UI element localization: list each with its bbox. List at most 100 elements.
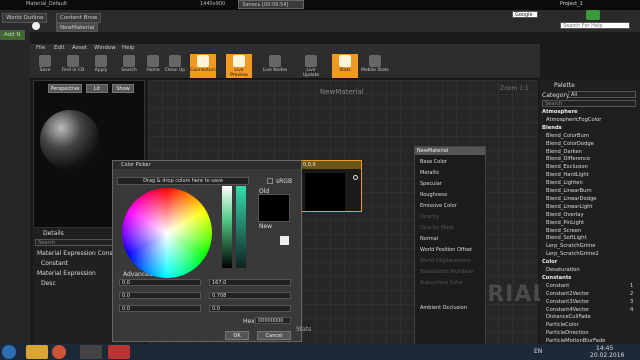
taskbar-chrome[interactable] [52, 345, 66, 359]
menu-help[interactable]: Help [122, 45, 135, 51]
pin-base-color[interactable]: Base Color [420, 159, 447, 165]
palette-item[interactable]: Blend_Darken [546, 149, 582, 155]
live-update-button[interactable]: Live Update [298, 54, 324, 78]
section-expression[interactable]: Material Expression [37, 270, 96, 277]
palette-item[interactable]: Lerp_ScratchGrime2 [546, 251, 599, 257]
palette-item[interactable]: Blend_Lighten [546, 180, 583, 186]
palette-item[interactable]: Blend_HardLight [546, 172, 589, 178]
level-editor-sidebar: Add N [0, 30, 30, 344]
color-wheel[interactable] [122, 188, 212, 278]
preview-sphere [40, 110, 100, 170]
menu-file[interactable]: File [36, 45, 45, 51]
palette-item[interactable]: Blend_PinLight [546, 220, 584, 226]
tab-world-outliner[interactable]: World Outline [2, 13, 48, 23]
palette-category[interactable]: Constants [542, 275, 571, 281]
lit-button[interactable]: Lit [86, 84, 108, 93]
pin-emissive[interactable]: Emissive Color [420, 203, 457, 209]
find-in-cb-button[interactable]: Find in CB [60, 54, 86, 78]
pin-wpo[interactable]: World Position Offset [420, 247, 472, 253]
palette-category[interactable]: Color [542, 259, 557, 265]
connectors-icon [197, 55, 209, 67]
language-indicator[interactable]: EN [534, 348, 542, 355]
home-icon [147, 55, 159, 67]
palette-item[interactable]: ParticleDirection [546, 330, 589, 336]
category-select[interactable]: All [568, 91, 636, 98]
mobile-stats-icon [369, 55, 381, 67]
eyedropper-icon[interactable] [280, 236, 289, 245]
palette-item[interactable]: Desaturation [546, 267, 580, 273]
g-field[interactable]: 0.0 [119, 292, 201, 299]
show-button[interactable]: Show [112, 84, 134, 93]
palette-item[interactable]: Blend_Exclusion [546, 164, 588, 170]
palette-category[interactable]: Atmosphere [542, 109, 578, 115]
stats-button[interactable]: Stats [332, 54, 358, 78]
search-button[interactable]: Search [116, 54, 142, 78]
tab-content-browser[interactable]: Content Brow [56, 13, 102, 23]
clock-time[interactable]: 14:45 [596, 345, 613, 352]
menu-bar: File Edit Asset Window Help [30, 44, 540, 53]
palette-item[interactable]: Blend_LinearDodge [546, 196, 596, 202]
b-field[interactable]: 0.0 [119, 305, 201, 312]
perspective-button[interactable]: Perspective [48, 84, 82, 93]
palette-item[interactable]: Constant3Vector [546, 299, 589, 305]
pin-ao[interactable]: Ambient Occlusion [420, 305, 467, 311]
mobile-stats-button[interactable]: Mobile Stats [360, 54, 390, 78]
material-result-node[interactable]: Base Color Metallic Specular Roughness E… [414, 146, 486, 346]
saturation-slider[interactable] [222, 186, 232, 268]
value-slider[interactable] [236, 186, 246, 268]
r-field[interactable]: 0.0 [119, 279, 201, 286]
menu-edit[interactable]: Edit [54, 45, 65, 51]
cancel-button[interactable]: Cancel [257, 331, 291, 340]
palette-item[interactable]: AtmosphericFogColor [546, 117, 601, 123]
section-expression-constant[interactable]: Material Expression Consta [37, 250, 119, 257]
live-preview-button[interactable]: Live Preview [226, 54, 252, 78]
color-drop-area[interactable]: Drag & drop colors here to save [117, 177, 249, 185]
tab-new-material[interactable]: NewMaterial [56, 23, 99, 32]
palette-item[interactable]: Blend_ColorBurn [546, 133, 589, 139]
palette-item[interactable]: ParticleColor [546, 322, 579, 328]
live-nodes-button[interactable]: Live Nodes [262, 54, 288, 78]
start-button[interactable] [2, 345, 16, 359]
palette-item[interactable]: Blend_Screen [546, 228, 581, 234]
clean-up-button[interactable]: Clean Up [162, 54, 188, 78]
clock-date[interactable]: 20.02.2016 [590, 352, 624, 359]
help-search-input[interactable]: Search For Help [560, 22, 630, 29]
v-field[interactable]: 0.0 [209, 305, 291, 312]
palette-item[interactable]: Blend_LinearLight [546, 204, 592, 210]
palette-search-input[interactable]: Search [542, 100, 636, 107]
pin-metallic[interactable]: Metallic [420, 170, 439, 176]
search-icon [123, 55, 135, 67]
taskbar-unreal[interactable] [80, 345, 102, 359]
palette-item[interactable]: Constant [546, 283, 569, 289]
palette-item[interactable]: Blend_LinearBurn [546, 188, 592, 194]
taskbar-explorer[interactable] [26, 345, 48, 359]
taskbar-recorder[interactable] [108, 345, 130, 359]
menu-asset[interactable]: Asset [72, 45, 87, 51]
palette-item[interactable]: DistanceCullFade [546, 314, 591, 320]
add-new-button[interactable]: Add N [0, 30, 25, 40]
output-pin-icon[interactable] [353, 175, 358, 180]
palette-item[interactable]: Constant2Vector [546, 291, 589, 297]
palette-item[interactable]: Constant4Vector [546, 307, 589, 313]
connectors-button[interactable]: Connectors [190, 54, 216, 78]
palette-item[interactable]: Blend_Difference [546, 156, 590, 162]
h-field[interactable]: 167.0 [209, 279, 291, 286]
pin-specular[interactable]: Specular [420, 181, 442, 187]
palette-item[interactable]: Blend_ColorDodge [546, 141, 594, 147]
apply-button[interactable]: Apply [88, 54, 114, 78]
srgb-checkbox[interactable] [267, 178, 273, 184]
ok-button[interactable]: OK [225, 331, 249, 340]
menu-window[interactable]: Window [94, 45, 116, 51]
palette-category[interactable]: Blends [542, 125, 562, 131]
save-button[interactable]: Save [32, 54, 58, 78]
palette-item[interactable]: Lerp_ScratchGrime [546, 243, 595, 249]
user-avatar-icon[interactable] [586, 10, 600, 20]
s-field[interactable]: 0.708 [209, 292, 291, 299]
hex-field[interactable]: 00000000 [255, 317, 291, 324]
pin-normal[interactable]: Normal [420, 236, 438, 242]
palette-item[interactable]: Blend_Overlay [546, 212, 584, 218]
palette-item[interactable]: Blend_SoftLight [546, 235, 587, 241]
google-search[interactable]: Google [512, 11, 538, 18]
pin-roughness[interactable]: Roughness [420, 192, 447, 198]
recording-indicator[interactable]: Запись [00:06:54] [238, 0, 304, 9]
